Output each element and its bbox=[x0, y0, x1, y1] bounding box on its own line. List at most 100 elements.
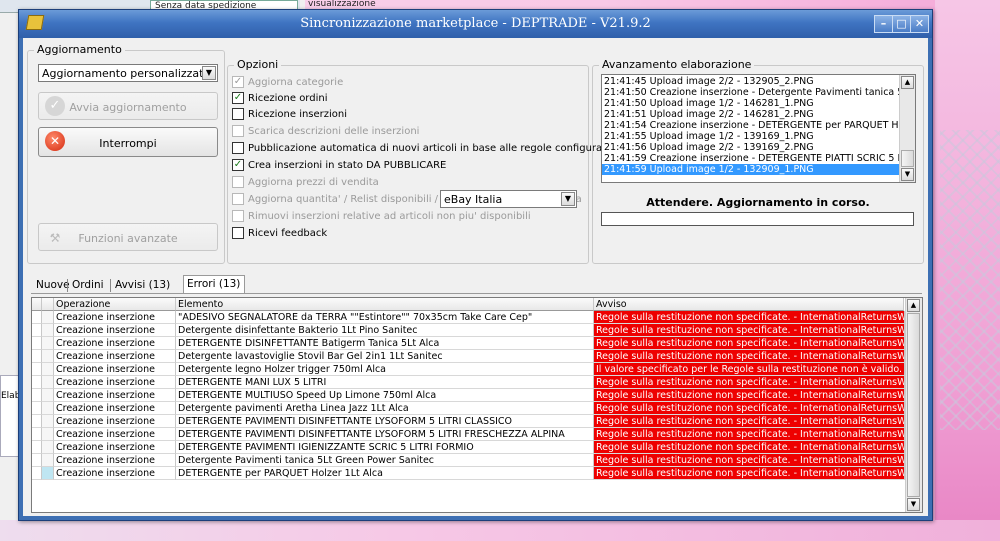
cell-avviso[interactable]: Regole sulla restituzione non specificat… bbox=[594, 324, 905, 337]
row-spacer[interactable] bbox=[32, 376, 42, 389]
row-spacer[interactable] bbox=[32, 337, 42, 350]
cell-avviso[interactable]: Regole sulla restituzione non specificat… bbox=[594, 311, 905, 324]
table-row[interactable]: Creazione inserzione Detergente legno Hol… bbox=[32, 363, 905, 376]
cell-operazione[interactable]: Creazione inserzione bbox=[54, 311, 176, 324]
table-row[interactable]: Creazione inserzione "ADESIVO SEGNALATORE… bbox=[32, 311, 905, 324]
row-indicator[interactable] bbox=[42, 415, 54, 428]
table-row[interactable]: Creazione inserzione DETERGENTE MANI LUX … bbox=[32, 376, 905, 389]
table-scrollbar[interactable]: ▲ ▼ bbox=[905, 298, 922, 512]
row-spacer[interactable] bbox=[32, 350, 42, 363]
header-avviso[interactable]: Avviso bbox=[594, 298, 904, 311]
cell-elemento[interactable]: DETERGENTE MULTIUSO Speed Up Limone 750m… bbox=[176, 389, 594, 402]
table-row[interactable]: Creazione inserzione Detergente disinfett… bbox=[32, 324, 905, 337]
log-line[interactable]: 21:41:55 Upload image 1/2 - 139169_1.PNG bbox=[602, 131, 900, 142]
option-checkbox[interactable] bbox=[232, 227, 244, 239]
advanced-functions-button[interactable]: ⚒ Funzioni avanzate bbox=[38, 223, 218, 251]
cell-operazione[interactable]: Creazione inserzione bbox=[54, 350, 176, 363]
log-line[interactable]: 21:41:51 Upload image 2/2 - 146281_2.PNG bbox=[602, 109, 900, 120]
row-indicator[interactable] bbox=[42, 389, 54, 402]
table-row[interactable]: Creazione inserzione DETERGENTE PAVIMENTI… bbox=[32, 415, 905, 428]
cell-elemento[interactable]: DETERGENTE MANI LUX 5 LITRI bbox=[176, 376, 594, 389]
option-checkbox[interactable] bbox=[232, 210, 244, 222]
table-row[interactable]: Creazione inserzione DETERGENTE PAVIMENTI… bbox=[32, 441, 905, 454]
row-spacer[interactable] bbox=[32, 415, 42, 428]
table-row[interactable]: Creazione inserzione Detergente pavimenti… bbox=[32, 402, 905, 415]
row-spacer[interactable] bbox=[32, 428, 42, 441]
option-checkbox[interactable] bbox=[232, 142, 244, 154]
cell-elemento[interactable]: Detergente disinfettante Bakterio 1Lt Pi… bbox=[176, 324, 594, 337]
table-row[interactable]: Creazione inserzione DETERGENTE per PARQU… bbox=[32, 467, 905, 480]
row-spacer[interactable] bbox=[32, 467, 42, 480]
option-checkbox[interactable]: ✓ bbox=[232, 76, 244, 88]
cell-avviso[interactable]: Regole sulla restituzione non specificat… bbox=[594, 428, 905, 441]
tab-2[interactable]: Ordini bbox=[69, 277, 110, 294]
option-checkbox[interactable] bbox=[232, 108, 244, 120]
row-indicator[interactable] bbox=[42, 454, 54, 467]
tab-4[interactable]: Errori (13) bbox=[183, 275, 245, 294]
log-line[interactable]: 21:41:59 Creazione inserzione - DETERGEN… bbox=[602, 153, 900, 164]
option-checkbox[interactable] bbox=[232, 125, 244, 137]
option-checkbox[interactable] bbox=[232, 193, 244, 205]
option-checkbox[interactable] bbox=[232, 176, 244, 188]
row-indicator[interactable] bbox=[42, 350, 54, 363]
row-spacer[interactable] bbox=[32, 454, 42, 467]
cell-elemento[interactable]: Detergente Pavimenti tanica 5Lt Green Po… bbox=[176, 454, 594, 467]
cell-elemento[interactable]: Detergente pavimenti Aretha Linea Jazz 1… bbox=[176, 402, 594, 415]
row-indicator[interactable] bbox=[42, 324, 54, 337]
cell-avviso[interactable]: Regole sulla restituzione non specificat… bbox=[594, 467, 905, 480]
row-spacer[interactable] bbox=[32, 324, 42, 337]
cell-operazione[interactable]: Creazione inserzione bbox=[54, 337, 176, 350]
cell-avviso[interactable]: Regole sulla restituzione non specificat… bbox=[594, 350, 905, 363]
scroll-up-icon[interactable]: ▲ bbox=[901, 76, 914, 89]
scroll-thumb[interactable] bbox=[907, 313, 920, 497]
row-indicator[interactable] bbox=[42, 363, 54, 376]
cell-elemento[interactable]: DETERGENTE PAVIMENTI DISINFETTANTE LYSOF… bbox=[176, 415, 594, 428]
row-indicator[interactable] bbox=[42, 311, 54, 324]
cell-avviso[interactable]: Il valore specificato per le Regole sull… bbox=[594, 363, 905, 376]
row-indicator[interactable] bbox=[42, 441, 54, 454]
cell-operazione[interactable]: Creazione inserzione bbox=[54, 415, 176, 428]
cell-elemento[interactable]: DETERGENTE DISINFETTANTE Batigerm Tanica… bbox=[176, 337, 594, 350]
row-spacer[interactable] bbox=[32, 311, 42, 324]
update-mode-select[interactable]: Aggiornamento personalizzato ▼ bbox=[38, 64, 218, 82]
row-indicator[interactable] bbox=[42, 337, 54, 350]
cell-elemento[interactable]: DETERGENTE PAVIMENTI DISINFETTANTE LYSOF… bbox=[176, 428, 594, 441]
scroll-thumb[interactable] bbox=[901, 150, 914, 167]
row-indicator[interactable] bbox=[42, 467, 54, 480]
cell-avviso[interactable]: Regole sulla restituzione non specificat… bbox=[594, 337, 905, 350]
cell-operazione[interactable]: Creazione inserzione bbox=[54, 376, 176, 389]
option-checkbox[interactable]: ✓ bbox=[232, 159, 244, 171]
tab-1[interactable]: Nuove bbox=[33, 277, 70, 294]
table-row[interactable]: Creazione inserzione Detergente lavastovi… bbox=[32, 350, 905, 363]
row-indicator[interactable] bbox=[42, 376, 54, 389]
log-line[interactable]: 21:41:54 Creazione inserzione - DETERGEN… bbox=[602, 120, 900, 131]
table-row[interactable]: Creazione inserzione DETERGENTE PAVIMENTI… bbox=[32, 428, 905, 441]
title-bar[interactable]: Sincronizzazione marketplace - DEPTRADE … bbox=[19, 10, 932, 38]
log-scrollbar[interactable]: ▲ ▼ bbox=[899, 75, 915, 182]
cell-operazione[interactable]: Creazione inserzione bbox=[54, 441, 176, 454]
cell-avviso[interactable]: Regole sulla restituzione non specificat… bbox=[594, 389, 905, 402]
chevron-down-icon[interactable]: ▼ bbox=[561, 192, 575, 206]
log-line[interactable]: 21:41:50 Creazione inserzione - Detergen… bbox=[602, 87, 900, 98]
cell-operazione[interactable]: Creazione inserzione bbox=[54, 454, 176, 467]
cell-avviso[interactable]: Regole sulla restituzione non specificat… bbox=[594, 415, 905, 428]
maximize-button[interactable]: □ bbox=[892, 15, 911, 33]
cell-avviso[interactable]: Regole sulla restituzione non specificat… bbox=[594, 454, 905, 467]
cell-operazione[interactable]: Creazione inserzione bbox=[54, 363, 176, 376]
table-row[interactable]: Creazione inserzione Detergente Pavimenti… bbox=[32, 454, 905, 467]
table-row[interactable]: Creazione inserzione DETERGENTE MULTIUSO … bbox=[32, 389, 905, 402]
header-operazione[interactable]: Operazione bbox=[54, 298, 176, 311]
cell-elemento[interactable]: DETERGENTE per PARQUET Holzer 1Lt Alca bbox=[176, 467, 594, 480]
stop-button[interactable]: ✕ Interrompi bbox=[38, 127, 218, 157]
row-indicator[interactable] bbox=[42, 402, 54, 415]
scroll-down-icon[interactable]: ▼ bbox=[901, 168, 914, 181]
log-line[interactable]: 21:41:59 Upload image 1/2 - 132909_1.PNG bbox=[602, 164, 900, 175]
log-line[interactable]: 21:41:50 Upload image 1/2 - 146281_1.PNG bbox=[602, 98, 900, 109]
log-line[interactable]: 21:41:45 Upload image 2/2 - 132905_2.PNG bbox=[602, 76, 900, 87]
cell-operazione[interactable]: Creazione inserzione bbox=[54, 428, 176, 441]
row-spacer[interactable] bbox=[32, 441, 42, 454]
row-spacer[interactable] bbox=[32, 402, 42, 415]
progress-log-list[interactable]: 21:41:45 Upload image 2/2 - 132905_2.PNG… bbox=[601, 74, 916, 183]
cell-elemento[interactable]: DETERGENTE PAVIMENTI IGIENIZZANTE SCRIC … bbox=[176, 441, 594, 454]
cell-elemento[interactable]: Detergente legno Holzer trigger 750ml Al… bbox=[176, 363, 594, 376]
